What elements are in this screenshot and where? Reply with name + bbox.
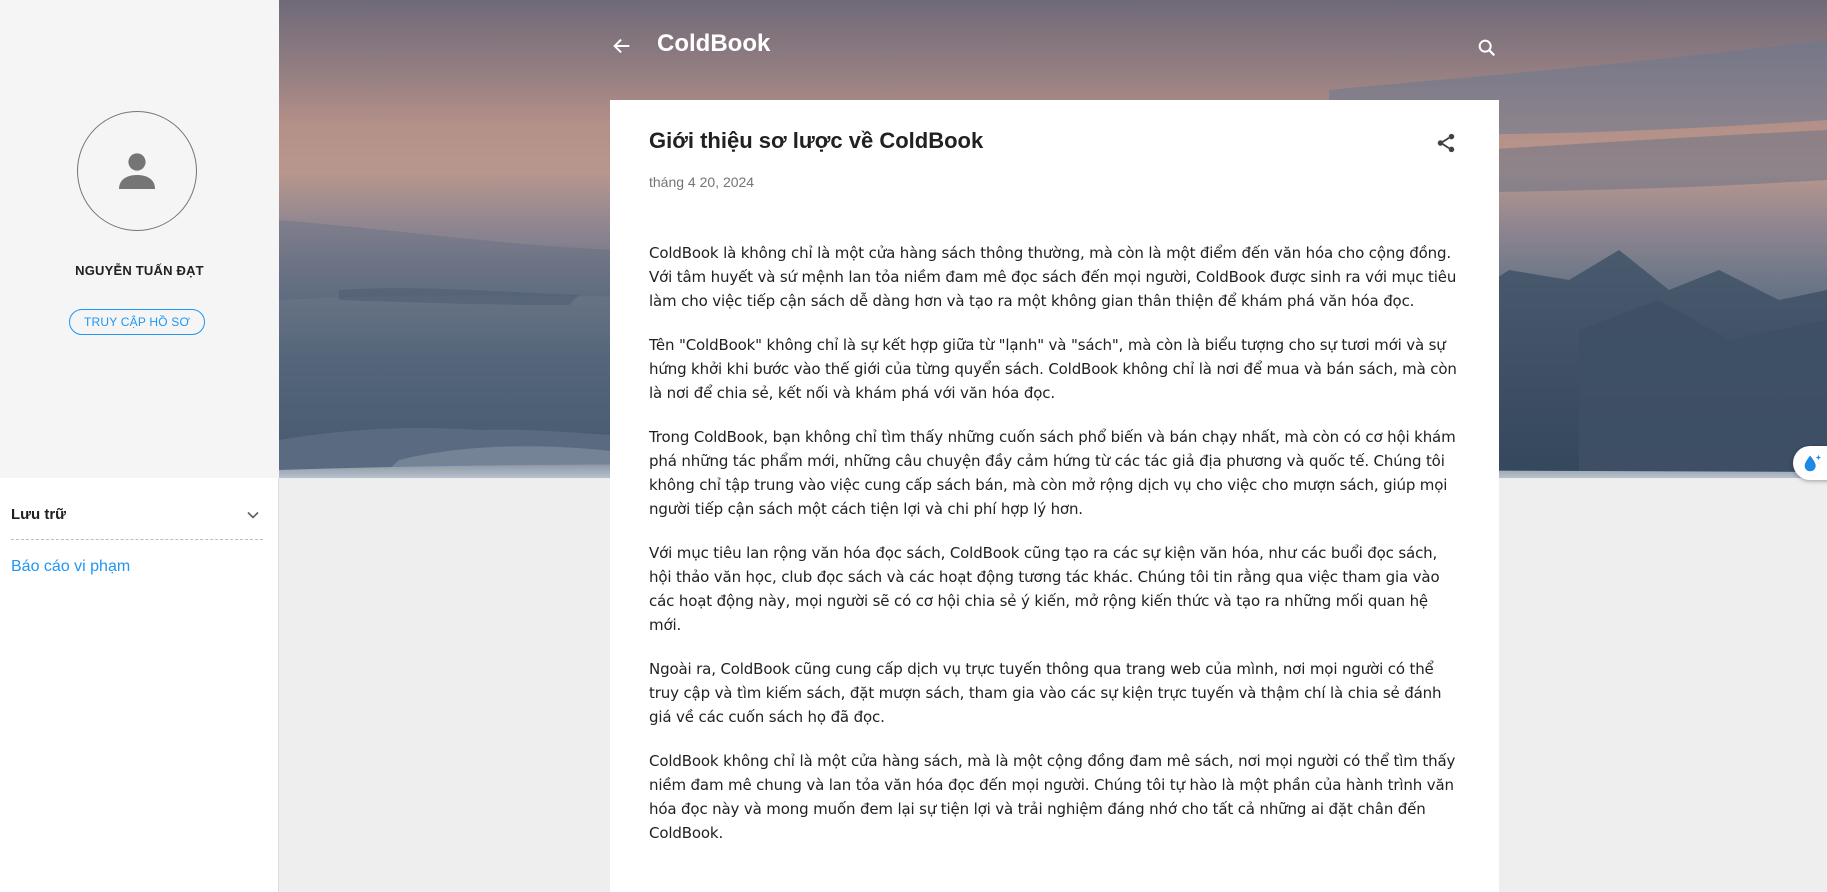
post-paragraph: ColdBook là không chỉ là một cửa hàng sá… — [649, 244, 1457, 310]
blog-title[interactable]: ColdBook — [657, 30, 770, 58]
post-paragraph: Ngoài ra, ColdBook cũng cung cấp dịch vụ… — [649, 660, 1442, 726]
water-drop-sparkle-icon — [1804, 454, 1822, 472]
post-paragraph: Trong ColdBook, bạn không chỉ tìm thấy n… — [649, 428, 1456, 518]
share-icon — [1437, 133, 1455, 153]
post-title: Giới thiệu sơ lược về ColdBook — [649, 128, 984, 153]
visit-profile-button[interactable]: TRUY CẬP HỒ SƠ — [69, 309, 205, 335]
person-icon — [119, 153, 155, 189]
post-card: Giới thiệu sơ lược về ColdBook tháng 4 2… — [610, 100, 1499, 892]
sidebar: NGUYỄN TUẤN ĐẠT TRUY CẬP HỒ SƠ Lưu trữ B… — [0, 0, 279, 892]
report-abuse-link[interactable]: Báo cáo vi phạm — [11, 558, 130, 576]
post-date: tháng 4 20, 2024 — [649, 174, 755, 190]
back-button[interactable] — [608, 32, 636, 60]
profile-avatar[interactable] — [77, 111, 197, 231]
search-button[interactable] — [1473, 34, 1501, 62]
chevron-down-icon — [247, 511, 259, 519]
post-body: ColdBook là không chỉ là một cửa hàng sá… — [649, 241, 1459, 865]
search-icon — [1478, 39, 1496, 57]
profile-panel: NGUYỄN TUẤN ĐẠT TRUY CẬP HỒ SƠ — [0, 0, 279, 478]
profile-name: NGUYỄN TUẤN ĐẠT — [75, 263, 204, 278]
arrow-left-icon — [613, 38, 630, 54]
post-paragraph: ColdBook không chỉ là một cửa hàng sách,… — [649, 752, 1456, 842]
archive-title: Lưu trữ — [11, 506, 67, 523]
post-paragraph: Với mục tiêu lan rộng văn hóa đọc sách, … — [649, 544, 1440, 634]
floating-widget-button[interactable] — [1793, 446, 1827, 480]
archive-toggle[interactable]: Lưu trữ — [11, 492, 263, 540]
share-button[interactable] — [1433, 130, 1459, 156]
post-paragraph: Tên "ColdBook" không chỉ là sự kết hợp g… — [649, 336, 1457, 402]
